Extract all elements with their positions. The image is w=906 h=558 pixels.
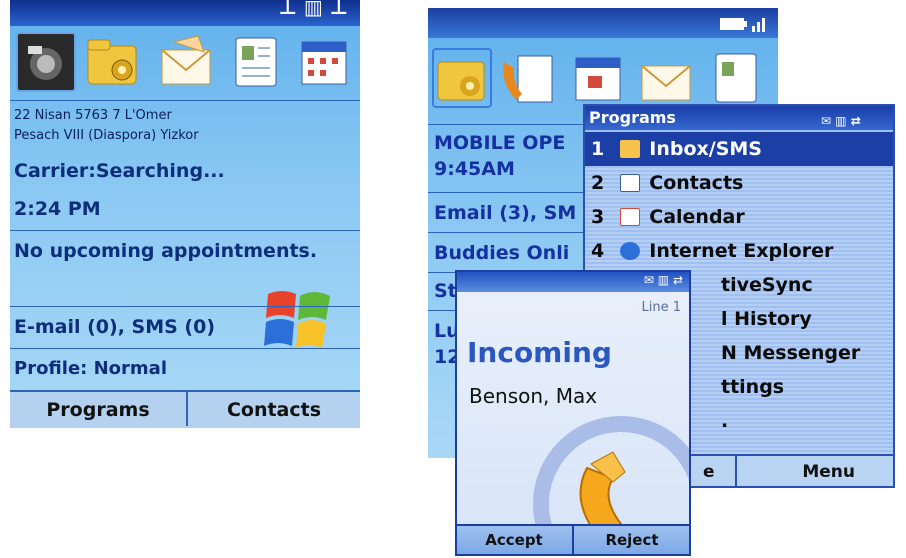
phone-doc-icon[interactable] <box>498 48 558 108</box>
phone-handset-icon <box>529 412 689 554</box>
clock-time: 2:24 PM <box>14 198 101 220</box>
holiday-line: Pesach VIII (Diaspora) Yizkor <box>14 128 199 143</box>
status-bar: ✉ ▥ ⇄ <box>457 272 689 292</box>
softkey-divider <box>735 456 737 486</box>
divider <box>10 306 360 307</box>
menu-item-contacts[interactable]: 2 Contacts <box>585 166 893 200</box>
menu-item-internet-explorer[interactable]: 4 Internet Explorer <box>585 234 893 268</box>
windows-logo-icon <box>262 284 336 356</box>
contacts-icon[interactable] <box>706 48 766 108</box>
softkey-divider <box>572 526 574 554</box>
status-bar: ⊥ ▥ ⊥ <box>10 0 360 26</box>
signal-battery-icon: ⊥ ▥ ⊥ <box>278 0 348 19</box>
menu-item-inbox[interactable]: 1 Inbox/SMS <box>585 132 893 166</box>
calendar-icon <box>619 208 640 226</box>
menu-title: Programs ✉ ▥ ⇄ <box>585 106 893 130</box>
accept-softkey[interactable]: Accept <box>457 524 571 554</box>
menu-item-label: tiveSync <box>721 274 813 296</box>
menu-item-label: N Messenger <box>721 342 861 364</box>
carrier-status: Carrier:Searching... <box>14 160 225 182</box>
menu-softkey[interactable]: Menu <box>802 456 855 486</box>
menu-item-calendar[interactable]: 3 Calendar <box>585 200 893 234</box>
incoming-call-screen: ✉ ▥ ⇄ Line 1 Incoming Benson, Max Accept… <box>455 270 691 556</box>
message-battery-signal-icon: ✉ ▥ ⇄ <box>643 273 683 287</box>
profile-status[interactable]: Profile: Normal <box>14 358 167 379</box>
inbox-icon <box>619 140 640 158</box>
divider <box>10 230 360 231</box>
menu-title-label: Programs <box>589 108 676 127</box>
menu-item-number: 2 <box>591 172 605 194</box>
status-row-partial: St <box>434 280 457 302</box>
folder-gear-icon[interactable] <box>82 32 142 92</box>
softkey-bar: Programs Contacts <box>10 390 360 428</box>
menu-item-label: Calendar <box>649 206 745 228</box>
buddies-status[interactable]: Buddies Onli <box>434 242 569 264</box>
caller-name: Benson, Max <box>469 384 598 408</box>
internet-explorer-icon <box>619 242 640 260</box>
reject-softkey[interactable]: Reject <box>575 524 689 554</box>
menu-item-label: ttings <box>721 376 785 398</box>
contacts-softkey[interactable]: Contacts <box>188 392 360 428</box>
operator-name: MOBILE OPE <box>434 132 566 154</box>
softkey-divider <box>186 392 188 426</box>
camera-icon[interactable] <box>16 32 76 92</box>
menu-item-number: 1 <box>591 138 605 160</box>
messages-status[interactable]: E-mail (0), SMS (0) <box>14 316 215 338</box>
clock-time: 9:45AM <box>434 158 515 180</box>
email-status[interactable]: Email (3), SM <box>434 202 576 224</box>
menu-item-number: 4 <box>591 240 605 262</box>
contacts-icon <box>619 174 640 192</box>
divider <box>10 348 360 349</box>
line-indicator: Line 1 <box>641 300 682 315</box>
menu-item-label: Contacts <box>649 172 744 194</box>
envelope-icon[interactable] <box>156 32 216 92</box>
folder-gear-icon[interactable] <box>432 48 492 108</box>
envelope-icon[interactable] <box>636 48 696 108</box>
programs-softkey[interactable]: Programs <box>10 392 186 428</box>
recent-programs-bar <box>10 30 360 100</box>
menu-item-label: Inbox/SMS <box>649 138 762 160</box>
calendar-icon[interactable] <box>568 48 628 108</box>
menu-item-label: Internet Explorer <box>649 240 834 262</box>
call-title: Incoming <box>467 336 612 369</box>
battery-signal-icon <box>718 12 768 34</box>
calendar-icon[interactable] <box>294 32 354 92</box>
menu-item-number: 3 <box>591 206 605 228</box>
message-battery-signal-icon: ✉ ▥ ⇄ <box>821 114 861 128</box>
back-softkey-partial[interactable]: e <box>703 456 715 486</box>
hebrew-date-line: 22 Nisan 5763 7 L'Omer <box>14 108 172 123</box>
contacts-icon[interactable] <box>226 32 286 92</box>
home-screen-phone-1: ⊥ ▥ ⊥ 22 Nisan 5763 7 L'Omer Pesach VIII… <box>10 0 360 428</box>
divider <box>10 100 360 101</box>
status-bar <box>428 8 778 38</box>
menu-item-label: l History <box>721 308 812 330</box>
appointments-status[interactable]: No upcoming appointments. <box>14 240 317 262</box>
